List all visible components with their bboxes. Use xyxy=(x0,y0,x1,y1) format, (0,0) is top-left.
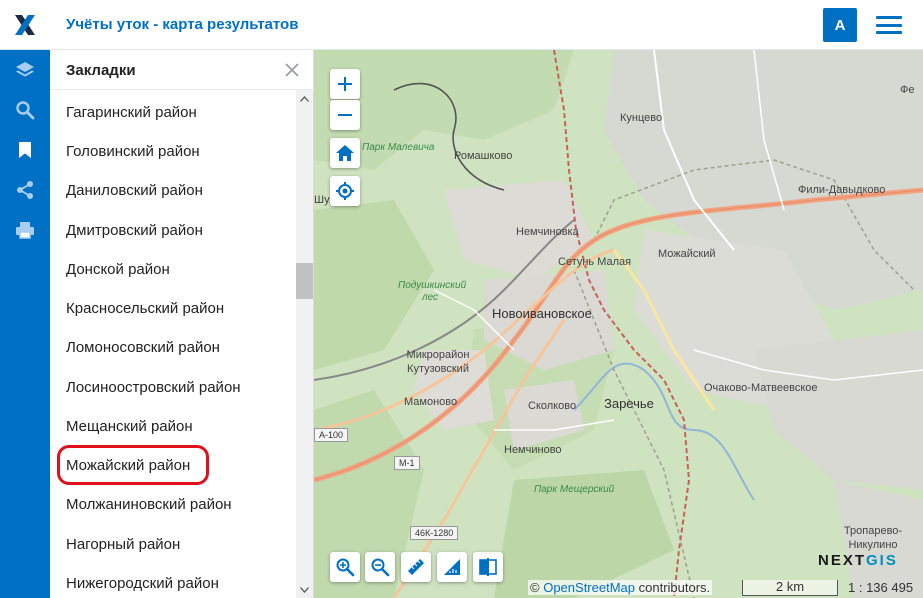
map-label-mamonovo: Мамоново xyxy=(404,396,458,408)
zoom-out-button[interactable] xyxy=(330,100,360,130)
search-button[interactable] xyxy=(0,90,50,130)
map-label-zarechye: Заречье xyxy=(604,396,654,411)
map-basemap xyxy=(314,50,923,598)
map-label-novoivanovskoe: Новоивановское xyxy=(492,306,592,321)
map-label-park-malevicha: Парк Малевича xyxy=(362,142,435,153)
bookmark-item[interactable]: Красносельский район xyxy=(66,297,224,321)
osm-attribution-link[interactable]: OpenStreetMap xyxy=(543,580,635,595)
route-shield-m1: М-1 xyxy=(394,456,420,470)
ruler-icon xyxy=(408,559,424,575)
zoom-out-tool-button[interactable] xyxy=(365,552,395,582)
scroll-up-arrow-icon[interactable] xyxy=(296,90,313,107)
bookmark-item[interactable]: Ломоносовский район xyxy=(66,336,220,360)
bookmarks-panel: Закладки Гагаринский район Головинский р… xyxy=(50,50,314,598)
bookmark-item[interactable]: Молжаниновский район xyxy=(66,493,232,517)
menu-bar-icon xyxy=(876,31,902,34)
zoom-in-magnifier-icon xyxy=(336,558,355,577)
map-label-fe: Фе xyxy=(900,84,915,96)
map-label-ochakovo: Очаково-Матвеевское xyxy=(704,382,818,394)
bookmark-item[interactable]: Лосиноостровский район xyxy=(66,376,241,400)
area-ruler-icon xyxy=(444,559,460,575)
bookmark-icon xyxy=(19,142,31,158)
map-label-podushkinsky: Подушкинский лес xyxy=(398,280,467,303)
measure-area-button[interactable] xyxy=(437,552,467,582)
home-extent-button[interactable] xyxy=(330,138,360,168)
print-button[interactable] xyxy=(0,210,50,250)
bookmark-item[interactable]: Нагорный район xyxy=(66,533,180,557)
zoom-out-magnifier-icon xyxy=(371,558,390,577)
bookmark-item[interactable]: Даниловский район xyxy=(66,179,203,203)
share-icon xyxy=(17,181,33,199)
share-button[interactable] xyxy=(0,170,50,210)
bookmarks-button[interactable] xyxy=(0,130,50,170)
panel-title: Закладки xyxy=(66,62,136,79)
bookmark-item[interactable]: Гагаринский район xyxy=(66,101,197,125)
menu-bar-icon xyxy=(876,23,902,27)
map-label-kuntsevo: Кунцево xyxy=(620,112,663,124)
close-icon xyxy=(285,63,299,77)
swipe-icon xyxy=(479,558,497,576)
map-attribution: © OpenStreetMap contributors. xyxy=(528,580,713,595)
app-title: Учёты уток - карта результатов xyxy=(66,16,299,33)
map-label-park-meshchersky: Парк Мещерский xyxy=(534,484,615,495)
bookmark-item[interactable]: Дмитровский район xyxy=(66,219,203,243)
menu-bar-icon xyxy=(876,16,902,19)
app-header: Учёты уток - карта результатов A xyxy=(0,0,923,50)
map-label-romashkovo: Ромашково xyxy=(454,150,513,162)
scroll-down-arrow-icon[interactable] xyxy=(296,581,313,598)
bookmark-item[interactable]: Нижегородский район xyxy=(66,572,219,596)
minus-icon xyxy=(338,114,352,116)
app-logo-icon[interactable] xyxy=(0,0,50,50)
map-label-setun: Сетунь Малая xyxy=(558,256,632,268)
zoom-in-tool-button[interactable] xyxy=(330,552,360,582)
map-label-nemchinovka: Немчиновка xyxy=(516,226,579,238)
bookmarks-list: Гагаринский район Головинский район Дани… xyxy=(50,90,296,598)
route-shield-a100: А-100 xyxy=(314,428,349,442)
layers-button[interactable] xyxy=(0,50,50,90)
swipe-compare-button[interactable] xyxy=(473,552,503,582)
map-label-mikrorayon: Микрорайон Кутузовский xyxy=(406,349,470,375)
user-avatar-button[interactable]: A xyxy=(823,8,857,42)
map-label-mozhaysky: Можайский xyxy=(658,248,716,260)
selection-highlight xyxy=(57,445,209,485)
locate-me-button[interactable] xyxy=(330,176,360,206)
map-label-nemchinovo: Немчиново xyxy=(504,444,562,456)
map-label-fili: Фили-Давыдково xyxy=(798,184,886,196)
map-label-skolkovo: Сколково xyxy=(528,400,577,412)
plus-icon xyxy=(338,77,352,91)
map-scale-bar: 2 km xyxy=(742,580,838,596)
bookmark-item[interactable]: Головинский район xyxy=(66,140,200,164)
panel-scrollbar[interactable] xyxy=(296,90,313,598)
map-view[interactable]: Кунцево Фили-Давыдково Фе Парк Малевича … xyxy=(314,50,923,598)
left-toolbar xyxy=(0,50,50,598)
scrollbar-thumb[interactable] xyxy=(296,263,313,299)
layers-icon xyxy=(16,62,34,77)
crosshair-icon xyxy=(336,182,354,200)
map-label-troparevo: Тропарево-Никулино xyxy=(843,525,903,551)
panel-header: Закладки xyxy=(50,50,314,90)
bookmark-item[interactable]: Донской район xyxy=(66,258,170,282)
home-icon xyxy=(336,145,354,161)
measure-distance-button[interactable] xyxy=(401,552,431,582)
close-panel-button[interactable] xyxy=(282,60,302,80)
bookmark-item[interactable]: Мещанский район xyxy=(66,415,193,439)
route-shield-46k: 46К-1280 xyxy=(410,526,459,540)
zoom-in-button[interactable] xyxy=(330,69,360,99)
search-icon xyxy=(16,101,35,120)
nextgis-brand-logo[interactable]: NEXTGIS xyxy=(818,552,898,569)
hamburger-menu-button[interactable] xyxy=(874,12,904,38)
map-scale-ratio: 1 : 136 495 xyxy=(848,580,914,595)
print-icon xyxy=(16,222,34,239)
